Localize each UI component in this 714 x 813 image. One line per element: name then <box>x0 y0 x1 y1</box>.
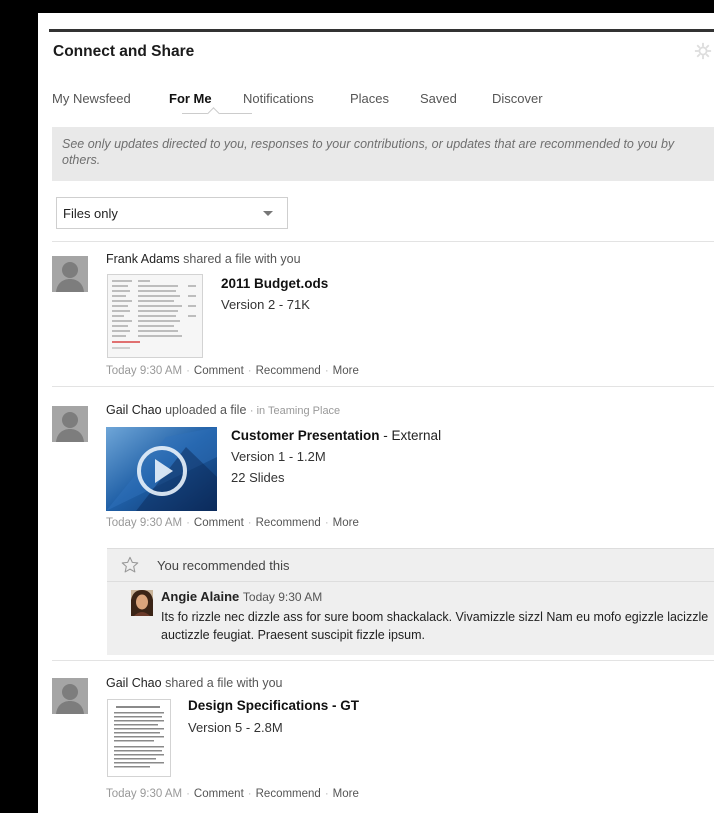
feed-item-meta: Today 9:30 AM · Comment · Recommend · More <box>106 788 359 800</box>
user-placeholder-icon <box>52 406 88 442</box>
file-title-link[interactable]: 2011 Budget.ods <box>221 276 328 291</box>
star-outline-icon[interactable] <box>121 556 139 574</box>
separator-dot: · <box>324 788 329 800</box>
actor-link[interactable]: Gail Chao <box>106 676 162 690</box>
comment-link[interactable]: Comment <box>194 788 244 800</box>
file-title-link[interactable]: Customer Presentation - External <box>231 428 441 443</box>
avatar[interactable] <box>52 256 88 292</box>
feed-headline: Gail Chao uploaded a file · in Teaming P… <box>106 403 340 417</box>
recommended-text: You recommended this <box>157 558 290 573</box>
file-title-text: Customer Presentation <box>231 428 380 443</box>
comment-link[interactable]: Comment <box>194 517 244 529</box>
file-version: Version 2 - 71K <box>221 297 310 312</box>
comment-body: Its fo rizzle nec dizzle ass for sure bo… <box>161 610 709 642</box>
filter-selected-value: Files only <box>63 206 118 221</box>
actor-verb: shared a file with you <box>165 676 283 690</box>
file-version: Version 5 - 2.8M <box>188 720 283 735</box>
recommendation-box: You recommended this Angie Alaine Today … <box>107 548 714 655</box>
recommend-link[interactable]: Recommend <box>256 365 321 377</box>
avatar[interactable] <box>52 406 88 442</box>
more-link[interactable]: More <box>333 365 359 377</box>
commenter-avatar[interactable] <box>131 590 153 616</box>
file-slide-count: 22 Slides <box>231 470 285 485</box>
comment-author-link[interactable]: Angie Alaine <box>161 589 239 604</box>
separator-dot: · <box>324 365 329 377</box>
comment-link[interactable]: Comment <box>194 365 244 377</box>
tab-description: See only updates directed to you, respon… <box>52 127 714 181</box>
feed-headline: Gail Chao shared a file with you <box>106 676 283 690</box>
document-preview-icon <box>108 700 170 776</box>
comment-time: Today 9:30 AM <box>242 590 323 604</box>
tab-discover[interactable]: Discover <box>492 91 543 106</box>
comment-header: Angie Alaine Today 9:30 AM <box>161 589 322 604</box>
feed-headline: Frank Adams shared a file with you <box>106 252 301 266</box>
user-placeholder-icon <box>52 678 88 714</box>
actor-verb: uploaded a file <box>165 403 247 417</box>
feed-divider <box>52 241 714 242</box>
connect-and-share-widget: Connect and Share My Newsfeed For Me Not… <box>38 13 714 813</box>
file-version: Version 1 - 1.2M <box>231 449 326 464</box>
document-thumbnail[interactable] <box>107 699 171 777</box>
presentation-thumbnail[interactable] <box>106 427 217 511</box>
tab-my-newsfeed[interactable]: My Newsfeed <box>52 91 131 106</box>
more-link[interactable]: More <box>333 517 359 529</box>
active-tab-caret <box>207 107 220 120</box>
recommend-link[interactable]: Recommend <box>256 517 321 529</box>
video-play-icon <box>106 427 217 511</box>
feed-divider <box>52 660 714 661</box>
tab-for-me[interactable]: For Me <box>169 91 212 106</box>
recommend-link[interactable]: Recommend <box>256 788 321 800</box>
widget-top-rule <box>49 29 714 32</box>
feed-divider <box>52 386 714 387</box>
avatar[interactable] <box>52 678 88 714</box>
separator-dot: · <box>247 365 252 377</box>
timestamp: Today 9:30 AM <box>106 517 183 529</box>
spreadsheet-thumbnail[interactable] <box>107 274 203 358</box>
timestamp: Today 9:30 AM <box>106 365 183 377</box>
widget-title: Connect and Share <box>53 43 195 60</box>
gear-icon[interactable] <box>694 42 712 60</box>
recommendation-divider <box>107 581 714 582</box>
chevron-down-icon <box>263 211 273 216</box>
user-placeholder-icon <box>52 256 88 292</box>
separator-dot: · <box>186 788 190 800</box>
tab-notifications[interactable]: Notifications <box>243 91 314 106</box>
tab-places[interactable]: Places <box>350 91 389 106</box>
filter-select[interactable]: Files only <box>56 197 288 229</box>
spreadsheet-preview-icon <box>108 275 202 357</box>
timestamp: Today 9:30 AM <box>106 788 183 800</box>
actor-verb: shared a file with you <box>183 252 301 266</box>
file-title-text: 2011 Budget.ods <box>221 276 329 291</box>
tab-saved[interactable]: Saved <box>420 91 457 106</box>
more-link[interactable]: More <box>333 788 359 800</box>
separator-dot: · <box>324 517 329 529</box>
actor-link[interactable]: Frank Adams <box>106 252 180 266</box>
separator-dot: · <box>186 517 190 529</box>
file-title-text: Design Specifications - GT <box>188 698 360 713</box>
separator-dot: · <box>186 365 190 377</box>
file-title-link[interactable]: Design Specifications - GT <box>188 698 359 713</box>
separator-dot: · <box>247 788 252 800</box>
actor-link[interactable]: Gail Chao <box>106 403 162 417</box>
file-title-extra: - External <box>379 428 442 443</box>
feed-item-meta: Today 9:30 AM · Comment · Recommend · More <box>106 365 359 377</box>
feed-item-meta: Today 9:30 AM · Comment · Recommend · More <box>106 517 359 529</box>
separator-dot: · <box>247 517 252 529</box>
place-context[interactable]: · in Teaming Place <box>250 405 340 417</box>
